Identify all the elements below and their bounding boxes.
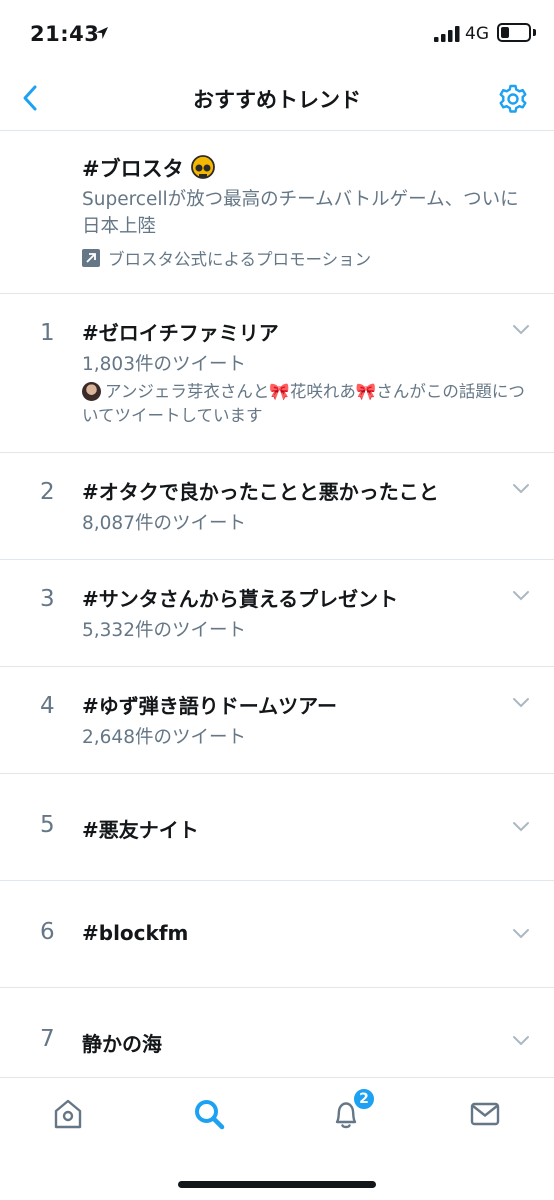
page-title: おすすめトレンド xyxy=(193,88,361,112)
chevron-down-icon[interactable] xyxy=(512,324,530,336)
home-icon xyxy=(54,1099,82,1129)
promoted-by-text: ブロスタ公式によるプロモーション xyxy=(108,250,372,269)
battery-tip xyxy=(533,29,536,36)
trend-rank: 3 xyxy=(40,586,55,612)
avatar xyxy=(82,382,101,401)
search-icon xyxy=(195,1100,225,1130)
trend-tweet-count: 8,087件のツイート xyxy=(82,513,246,534)
promoted-trend[interactable]: #ブロスタ Supercellが放つ最高のチームバトルゲーム、ついに日本上陸 ブ… xyxy=(0,131,554,294)
tab-home[interactable] xyxy=(46,1092,90,1136)
trend-rank: 1 xyxy=(40,320,55,346)
trend-name: #ゼロイチファミリア xyxy=(82,321,279,345)
promoted-trend-tag: #ブロスタ xyxy=(82,157,184,181)
notifications-badge: 2 xyxy=(352,1087,376,1111)
promoted-trend-title: #ブロスタ xyxy=(82,153,216,183)
chevron-down-icon[interactable] xyxy=(512,928,530,940)
skull-emoji-icon xyxy=(190,155,215,179)
status-bar: 21:43 4G xyxy=(0,0,554,70)
trend-rank: 5 xyxy=(40,812,55,838)
network-type: 4G xyxy=(465,24,489,44)
gear-icon xyxy=(499,84,527,113)
trend-item[interactable]: 2 #オタクで良かったことと悪かったこと 8,087件のツイート xyxy=(0,453,554,560)
trend-item[interactable]: 5 #悪友ナイト xyxy=(0,774,554,881)
promoted-icon xyxy=(82,249,100,267)
trend-name: #サンタさんから貰えるプレゼント xyxy=(82,587,399,611)
trend-name: 静かの海 xyxy=(82,1032,162,1056)
chevron-down-icon[interactable] xyxy=(512,697,530,709)
chevron-down-icon[interactable] xyxy=(512,590,530,602)
trend-rank: 7 xyxy=(40,1026,55,1052)
trend-name: #blockfm xyxy=(82,921,189,945)
signal-icon xyxy=(434,26,460,42)
trend-name: #ゆず弾き語りドームツアー xyxy=(82,694,337,718)
home-indicator xyxy=(178,1181,376,1188)
settings-button[interactable] xyxy=(493,79,533,119)
trend-rank: 4 xyxy=(40,693,55,719)
messages-icon xyxy=(470,1102,500,1126)
trend-item[interactable]: 7 静かの海 xyxy=(0,988,554,1077)
trend-rank: 6 xyxy=(40,919,55,945)
trend-tweet-count: 1,803件のツイート xyxy=(82,354,246,375)
battery-icon xyxy=(497,23,531,42)
trend-rank: 2 xyxy=(40,479,55,505)
trend-item[interactable]: 6 #blockfm xyxy=(0,881,554,988)
nav-header: おすすめトレンド xyxy=(0,70,554,131)
tab-search[interactable] xyxy=(187,1092,231,1136)
trend-name: #悪友ナイト xyxy=(82,818,199,842)
location-arrow-icon xyxy=(96,27,108,39)
trend-context: アンジェラ芽衣さんと🎀花咲れあ🎀さんがこの話題についてツイートしています xyxy=(82,380,527,428)
chevron-down-icon[interactable] xyxy=(512,1035,530,1047)
trend-name: #オタクで良かったことと悪かったこと xyxy=(82,480,439,504)
chevron-down-icon[interactable] xyxy=(512,483,530,495)
chevron-down-icon[interactable] xyxy=(512,821,530,833)
status-time: 21:43 xyxy=(30,22,100,46)
tab-messages[interactable] xyxy=(463,1092,507,1136)
trend-tweet-count: 5,332件のツイート xyxy=(82,620,246,641)
trend-tweet-count: 2,648件のツイート xyxy=(82,727,246,748)
promoted-by: ブロスタ公式によるプロモーション xyxy=(82,246,371,270)
trend-item[interactable]: 4 #ゆず弾き語りドームツアー 2,648件のツイート xyxy=(0,667,554,774)
trend-item[interactable]: 1 #ゼロイチファミリア 1,803件のツイート アンジェラ芽衣さんと🎀花咲れあ… xyxy=(0,294,554,453)
trend-context-text: アンジェラ芽衣さんと🎀花咲れあ🎀さんがこの話題についてツイートしています xyxy=(82,382,525,425)
promoted-trend-description: Supercellが放つ最高のチームバトルゲーム、ついに日本上陸 xyxy=(82,189,519,237)
trend-item[interactable]: 3 #サンタさんから貰えるプレゼント 5,332件のツイート xyxy=(0,560,554,667)
